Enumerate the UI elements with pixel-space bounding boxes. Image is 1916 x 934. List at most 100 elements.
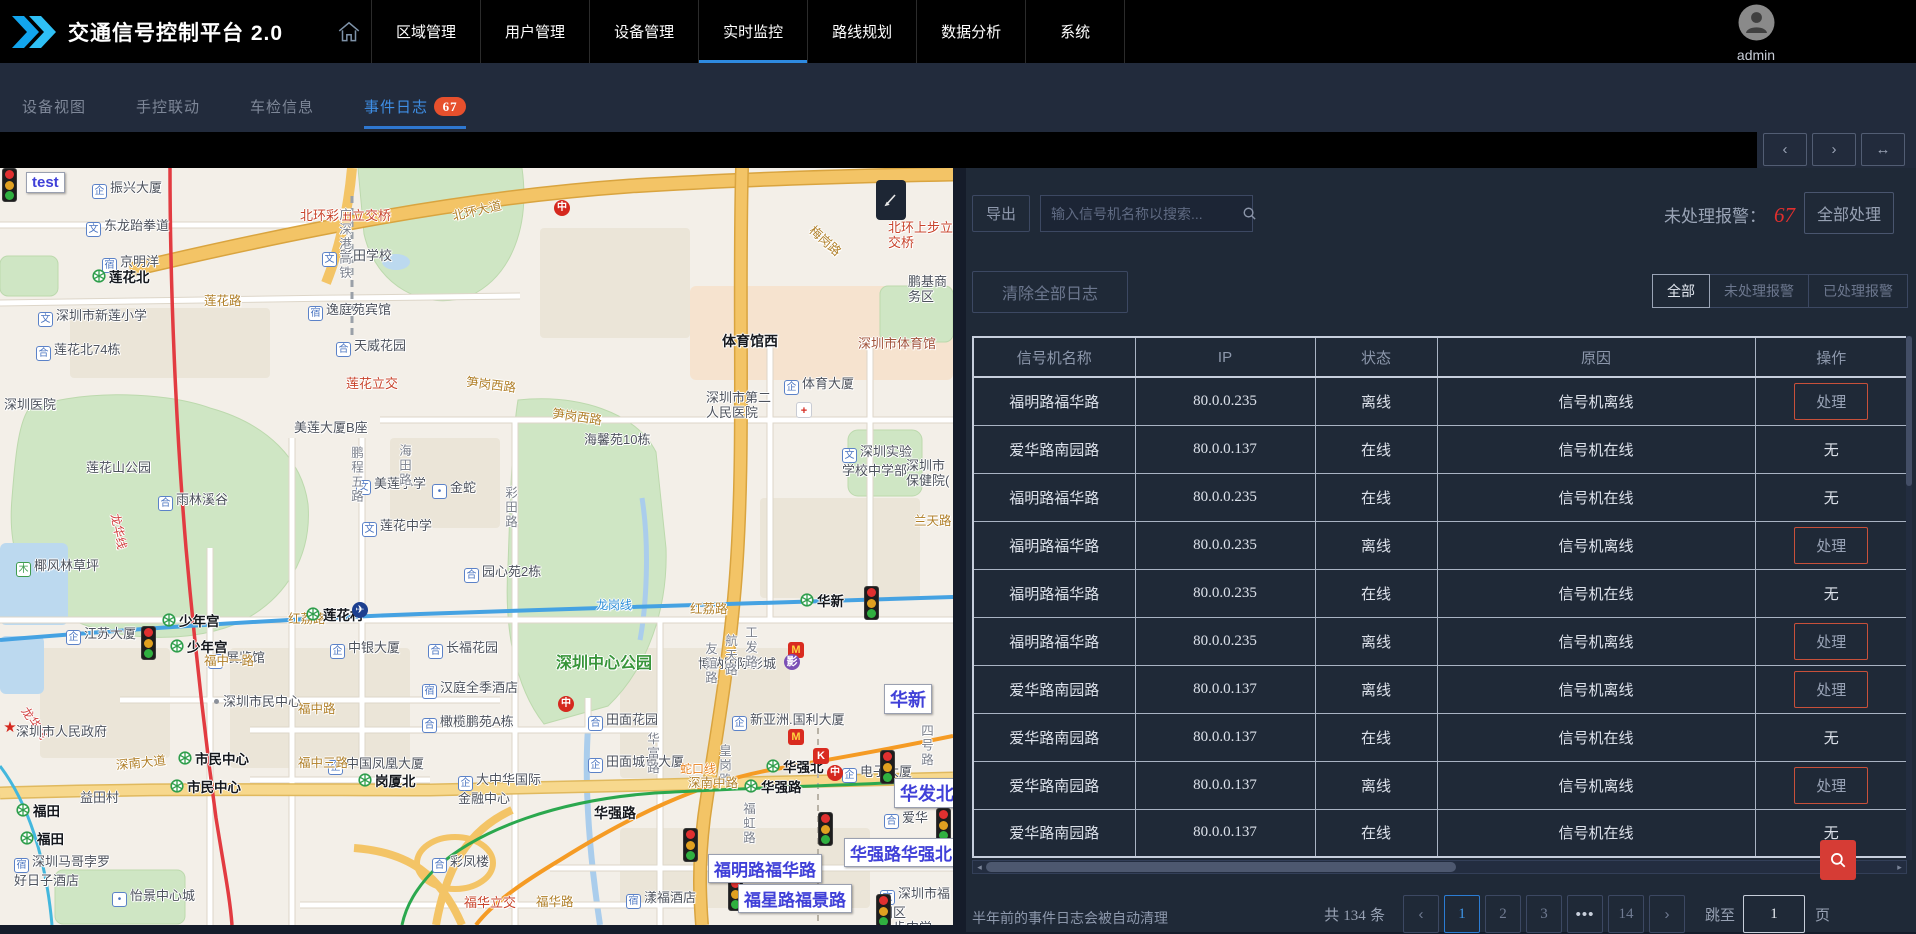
nav-item-3[interactable]: 设备管理 xyxy=(589,0,698,63)
traffic-light-icon[interactable] xyxy=(683,828,698,862)
search-input[interactable] xyxy=(1041,206,1242,222)
column-header: 操作 xyxy=(1755,337,1908,377)
metro-station-icon: 华强路 xyxy=(744,776,802,796)
map-label: 深圳市第二 人民医院 xyxy=(706,390,771,420)
map-label: 益田村 xyxy=(80,790,119,805)
cell-name: 福明路福华路 xyxy=(973,569,1135,617)
map-label: 文深圳实验 学校中学部 xyxy=(842,444,912,478)
handle-button[interactable]: 处理 xyxy=(1794,527,1868,564)
traffic-light-icon[interactable] xyxy=(818,812,833,846)
traffic-light-icon[interactable] xyxy=(2,168,17,202)
map-marker-overlay[interactable]: 华新 xyxy=(884,684,932,714)
filter-3[interactable]: 已处理报警 xyxy=(1808,274,1908,308)
panel-prev-button[interactable]: ‹ xyxy=(1763,133,1807,166)
cell-status: 离线 xyxy=(1315,665,1437,713)
page-prev[interactable]: ‹ xyxy=(1403,895,1439,933)
metro-station-icon: 岗厦北 xyxy=(358,770,416,790)
nav-item-1[interactable]: 区域管理 xyxy=(371,0,480,63)
map-marker-overlay[interactable]: 福明路福华路 xyxy=(708,854,822,883)
nav-item-4[interactable]: 实时监控 xyxy=(698,0,807,63)
vertical-scrollbar[interactable] xyxy=(1906,336,1912,860)
map-label: 宿逸庭苑宾馆 xyxy=(308,302,391,321)
map-marker-overlay[interactable]: test xyxy=(26,172,65,193)
avatar xyxy=(1738,4,1775,41)
scroll-right-icon[interactable]: ▸ xyxy=(1893,861,1906,873)
tab-1[interactable]: 设备视图 xyxy=(22,96,86,129)
unhandled-alarm-label: 未处理报警： xyxy=(1664,202,1766,227)
username: admin xyxy=(1723,47,1789,63)
traffic-light-icon[interactable] xyxy=(880,750,895,784)
map-marker-overlay[interactable]: 福星路福景路 xyxy=(738,884,852,913)
map-label: 工发路 xyxy=(742,626,757,670)
panel-resize-button[interactable]: ↔ xyxy=(1861,133,1905,166)
user-menu[interactable]: admin xyxy=(1723,4,1789,63)
search-icon[interactable] xyxy=(1242,206,1257,221)
metro-station-icon: 福田 xyxy=(16,800,60,820)
nav-item-5[interactable]: 路线规划 xyxy=(807,0,916,63)
map-label: 华强路 xyxy=(594,806,636,821)
event-table: 信号机名称IP状态原因操作 福明路福华路80.0.0.235离线信号机离线处理爱… xyxy=(972,336,1909,858)
toolbar-strip xyxy=(0,132,1757,168)
filter-2[interactable]: 未处理报警 xyxy=(1709,274,1809,308)
map-poi-icon: 合 xyxy=(422,718,437,733)
cell-name: 福明路福华路 xyxy=(973,521,1135,569)
traffic-light-icon[interactable] xyxy=(141,626,156,660)
cell-name: 爱华路南园路 xyxy=(973,761,1135,809)
tab-3[interactable]: 车检信息 xyxy=(250,96,314,129)
map-label: 企振兴大厦 xyxy=(92,180,162,199)
handle-button[interactable]: 处理 xyxy=(1794,623,1868,660)
jump-page-input[interactable] xyxy=(1743,895,1805,933)
cell-action: 处理 xyxy=(1755,377,1908,425)
page-3[interactable]: 3 xyxy=(1526,895,1562,933)
traffic-light-icon[interactable] xyxy=(876,894,891,925)
cell-action: 无 xyxy=(1755,425,1908,473)
traffic-light-icon[interactable] xyxy=(936,808,951,842)
handle-all-button[interactable]: 全部处理 xyxy=(1804,192,1894,234)
handle-button[interactable]: 处理 xyxy=(1794,671,1868,708)
vscroll-thumb[interactable] xyxy=(1906,336,1912,486)
map-label: 宿深圳马哥孛罗 好日子酒店 xyxy=(14,854,110,888)
page-2[interactable]: 2 xyxy=(1485,895,1521,933)
unhandled-alarm: 未处理报警： 67 xyxy=(1664,202,1795,228)
scroll-left-icon[interactable]: ◂ xyxy=(973,861,986,873)
map-label: 航天路 xyxy=(722,634,737,678)
map-marker-overlay[interactable]: 华发北 xyxy=(894,778,953,808)
tab-2[interactable]: 手控联动 xyxy=(136,96,200,129)
map-poi-icon: 企 xyxy=(92,184,107,199)
map-poi-icon: 合 xyxy=(464,568,479,583)
star-poi-icon: ★ xyxy=(2,720,18,736)
page-next[interactable]: › xyxy=(1649,895,1685,933)
traffic-light-icon[interactable] xyxy=(864,586,879,620)
page-ellipsis[interactable]: ••• xyxy=(1567,895,1603,933)
handle-button[interactable]: 处理 xyxy=(1794,767,1868,804)
map-canvas[interactable]: 企振兴大厦文东龙跆拳道宿京明洋北环彩田立交桥文彩田学校文深圳市新莲小学合莲花北7… xyxy=(0,168,953,925)
map-label: 合橄榄鹏苑A栋 xyxy=(422,714,514,733)
filter-1[interactable]: 全部 xyxy=(1652,274,1710,308)
map-marker-overlay[interactable]: 华强路华强北 xyxy=(844,838,953,867)
panel-next-button[interactable]: › xyxy=(1812,133,1856,166)
map-label: 福中三路 xyxy=(298,756,348,771)
map-label: 彩田路 xyxy=(502,486,517,530)
map-poi-icon: 文 xyxy=(362,522,377,537)
nav-item-6[interactable]: 数据分析 xyxy=(916,0,1025,63)
scrollbar-thumb[interactable] xyxy=(986,862,1456,872)
map-label: 福中一路 xyxy=(204,654,254,669)
tab-4[interactable]: 事件日志67 xyxy=(364,96,466,129)
table-search-button[interactable] xyxy=(1820,840,1856,880)
app-logo: 交通信号控制平台 2.0 xyxy=(0,16,283,48)
mc-poi-icon: M xyxy=(788,729,804,745)
export-button[interactable]: 导出 xyxy=(972,195,1030,232)
home-icon[interactable] xyxy=(335,19,363,45)
horizontal-scrollbar[interactable]: ◂ ▸ xyxy=(972,860,1907,874)
jump-label: 跳至 xyxy=(1705,904,1735,925)
page-1[interactable]: 1 xyxy=(1444,895,1480,933)
page-14[interactable]: 14 xyxy=(1608,895,1644,933)
table-header-row: 信号机名称IP状态原因操作 xyxy=(973,337,1908,377)
map-label: 鹏程五路 xyxy=(348,446,363,504)
nav-item-7[interactable]: 系统 xyxy=(1025,0,1125,63)
handle-button[interactable]: 处理 xyxy=(1794,383,1868,420)
nav-item-2[interactable]: 用户管理 xyxy=(480,0,589,63)
clear-logs-button[interactable]: 清除全部日志 xyxy=(972,271,1128,313)
map-label: 宿漾福酒店 xyxy=(626,890,696,909)
map-edit-button[interactable] xyxy=(876,180,906,220)
